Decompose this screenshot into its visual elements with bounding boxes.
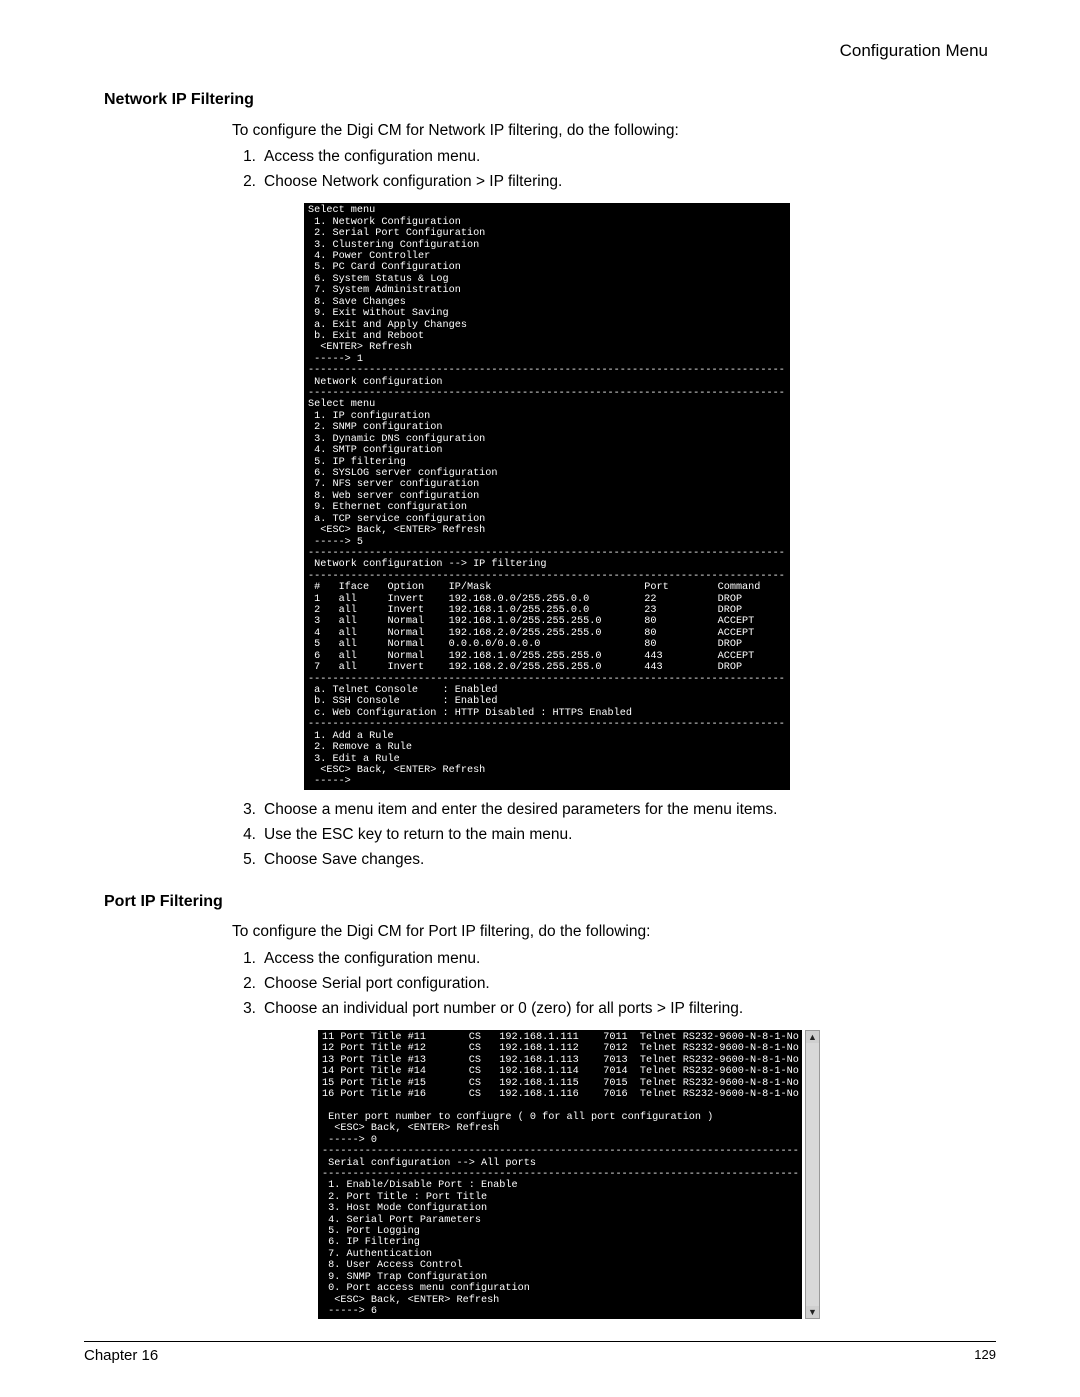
- terminal-screenshot-network: Select menu 1. Network Configuration 2. …: [304, 203, 790, 790]
- page-header-right: Configuration Menu: [84, 40, 988, 63]
- heading-network-ip-filtering: Network IP Filtering: [104, 89, 996, 111]
- network-step-1: 1.Access the configuration menu.: [232, 147, 988, 168]
- network-step-5: 5.Choose Save changes.: [232, 850, 988, 871]
- port-step-1: 1.Access the configuration menu.: [232, 949, 988, 970]
- network-step-3: 3.Choose a menu item and enter the desir…: [232, 800, 988, 821]
- footer-chapter: Chapter 16: [84, 1346, 158, 1366]
- page-footer: Chapter 16 129: [84, 1341, 996, 1366]
- network-intro: To configure the Digi CM for Network IP …: [232, 121, 988, 142]
- network-step-4: 4.Use the ESC key to return to the main …: [232, 825, 988, 846]
- terminal-screenshot-port: 11 Port Title #11 CS 192.168.1.111 7011 …: [318, 1030, 802, 1320]
- footer-page-number: 129: [974, 1346, 996, 1366]
- scroll-up-arrow-icon[interactable]: ▲: [806, 1031, 819, 1043]
- port-intro: To configure the Digi CM for Port IP fil…: [232, 922, 988, 943]
- port-step-2: 2.Choose Serial port configuration.: [232, 974, 988, 995]
- network-step-2: 2.Choose Network configuration > IP filt…: [232, 172, 988, 193]
- scrollbar[interactable]: ▲ ▼: [805, 1030, 820, 1320]
- port-step-3: 3.Choose an individual port number or 0 …: [232, 999, 988, 1020]
- heading-port-ip-filtering: Port IP Filtering: [104, 891, 996, 913]
- scroll-down-arrow-icon[interactable]: ▼: [806, 1306, 819, 1318]
